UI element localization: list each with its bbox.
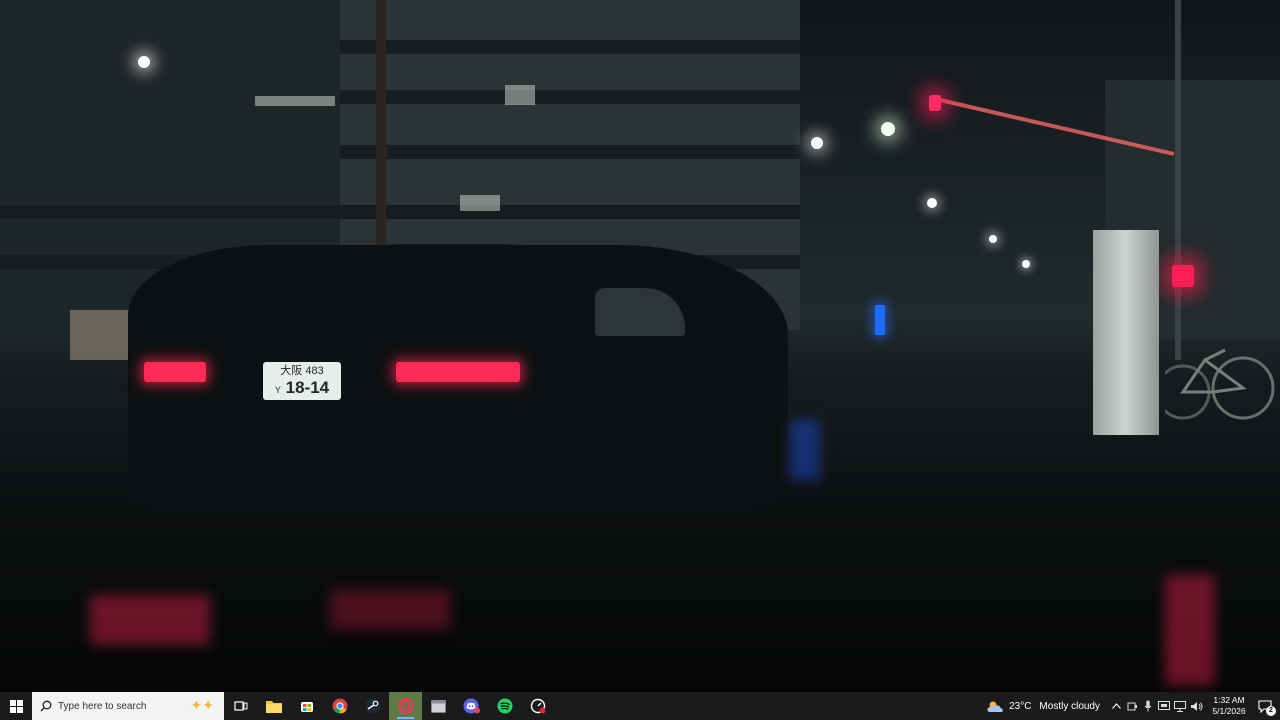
street-light xyxy=(927,198,937,208)
gauge-icon xyxy=(530,698,545,714)
opera-gx-button[interactable] xyxy=(389,692,422,720)
folder-icon xyxy=(265,700,282,713)
volume-button[interactable] xyxy=(1188,701,1204,712)
weather-desc: Mostly cloudy xyxy=(1039,700,1100,712)
start-button[interactable] xyxy=(0,692,32,720)
windows-logo-icon xyxy=(9,699,23,713)
discord-button[interactable] xyxy=(455,692,488,720)
system-tray: 23°C Mostly cloudy 1:32 AM 5/1/2026 2 xyxy=(986,692,1280,720)
plate-number: Y 18-14 xyxy=(263,378,341,400)
red-reflection xyxy=(330,590,450,630)
traffic-light-red xyxy=(929,95,941,111)
spotify-icon xyxy=(497,698,512,714)
device-icon xyxy=(1127,702,1137,710)
notification-count-badge: 2 xyxy=(1266,706,1276,716)
street-light xyxy=(811,137,823,149)
store-button[interactable] xyxy=(290,692,323,720)
chevron-up-icon xyxy=(1111,703,1121,709)
street-light xyxy=(989,235,997,243)
blue-reflection xyxy=(790,420,820,480)
building-floor xyxy=(340,40,800,54)
pedestrian-signal xyxy=(1172,265,1194,287)
clock-date: 5/1/2026 xyxy=(1212,706,1246,716)
task-view-button[interactable] xyxy=(224,692,257,720)
chrome-icon xyxy=(332,698,347,714)
window-light xyxy=(460,195,500,211)
window-light xyxy=(255,96,335,106)
street-light xyxy=(881,122,895,136)
steam-button[interactable] xyxy=(356,692,389,720)
tail-light-left xyxy=(144,362,206,382)
store-icon xyxy=(300,702,313,712)
search-placeholder: Type here to search xyxy=(58,700,147,712)
street-light xyxy=(1022,260,1030,268)
notification-button[interactable]: 2 xyxy=(1250,692,1280,720)
window-app-button[interactable] xyxy=(422,692,455,720)
red-reflection xyxy=(90,595,210,645)
search-box[interactable]: Type here to search ✦✦ xyxy=(32,692,224,720)
network-button[interactable] xyxy=(1172,700,1188,712)
signal-pole xyxy=(1175,0,1181,360)
weather-widget[interactable]: 23°C Mostly cloudy xyxy=(986,700,1100,713)
window-light xyxy=(505,85,535,105)
microphone-icon xyxy=(1144,700,1152,712)
street-light xyxy=(138,56,150,68)
microphone-button[interactable] xyxy=(1140,700,1156,712)
show-hidden-icons-button[interactable] xyxy=(1108,703,1124,709)
red-reflection xyxy=(1165,575,1215,685)
steam-icon xyxy=(365,698,380,714)
clock-time: 1:32 AM xyxy=(1213,695,1245,705)
file-explorer-button[interactable] xyxy=(257,692,290,720)
weather-temp: 23°C xyxy=(1009,700,1032,712)
bicycle xyxy=(1165,348,1275,420)
chrome-button[interactable] xyxy=(323,692,356,720)
building-floor xyxy=(0,205,800,219)
opera-gx-icon xyxy=(398,698,413,714)
concrete-pillar xyxy=(1093,230,1159,435)
plate-prefix: Y xyxy=(274,385,281,395)
copilot-sparkle-icon[interactable]: ✦✦ xyxy=(191,697,214,714)
speaker-icon xyxy=(1190,701,1202,711)
network-icon xyxy=(1174,700,1186,712)
desktop-wallpaper: 大阪 483 Y 18-14 xyxy=(0,0,1280,692)
display-button[interactable] xyxy=(1156,700,1172,712)
monitor-app-button[interactable] xyxy=(521,692,554,720)
clock[interactable]: 1:32 AM 5/1/2026 xyxy=(1208,695,1250,717)
cloud-sun-icon xyxy=(987,701,1003,712)
plate-region: 大阪 483 xyxy=(280,365,324,377)
discord-icon xyxy=(463,698,480,714)
license-plate: 大阪 483 Y 18-14 xyxy=(263,362,341,400)
utility-pole xyxy=(376,0,386,250)
building-floor xyxy=(340,145,800,159)
tail-light-right xyxy=(396,362,520,382)
search-icon xyxy=(40,700,52,712)
tray-icon-app[interactable] xyxy=(1124,701,1140,712)
window-icon xyxy=(431,699,446,713)
building-floor xyxy=(340,90,800,104)
spotify-button[interactable] xyxy=(488,692,521,720)
blue-sign xyxy=(875,305,885,335)
taskbar: Type here to search ✦✦ 23°C Mostly cloud… xyxy=(0,692,1280,720)
display-icon xyxy=(1158,700,1170,710)
task-view-icon xyxy=(233,701,247,711)
plate-digits: 18-14 xyxy=(285,378,330,397)
